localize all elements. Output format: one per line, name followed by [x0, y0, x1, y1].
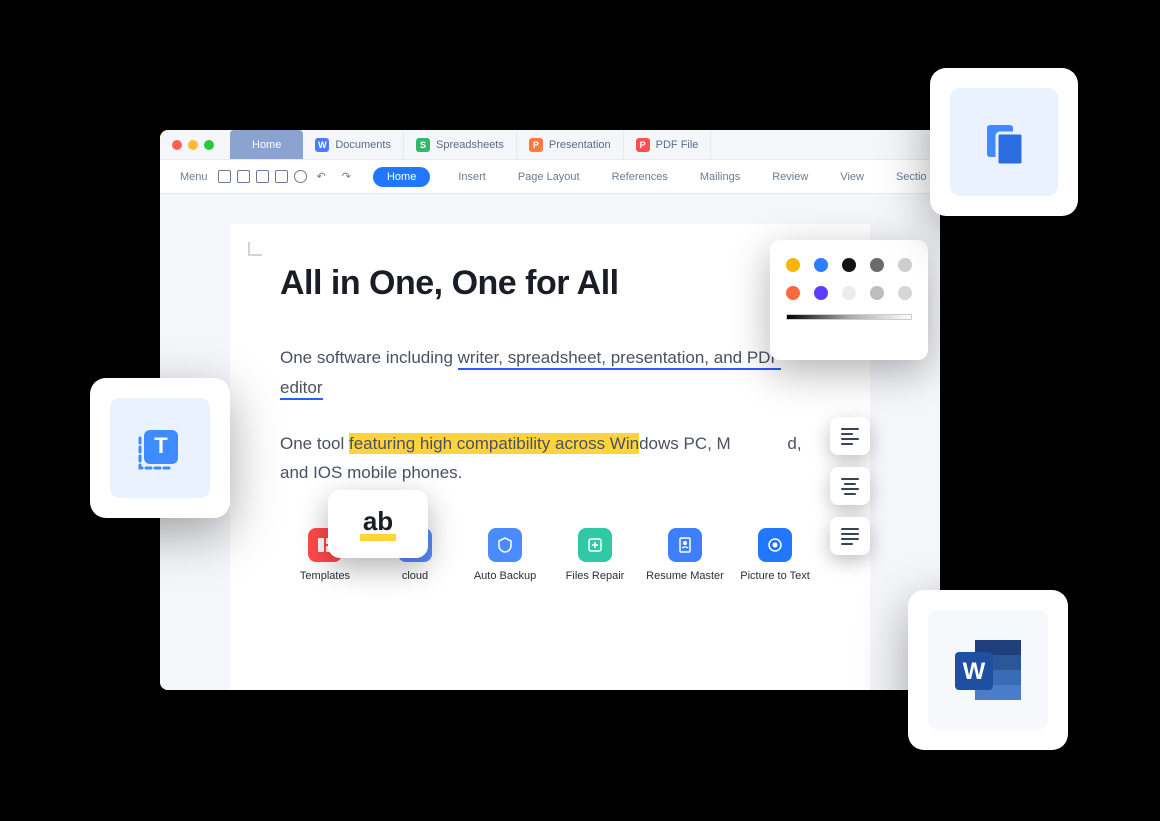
feature-label: Templates — [300, 570, 350, 582]
document-title: All in One, One for All — [280, 264, 820, 303]
svg-text:W: W — [963, 658, 986, 685]
files-repair-icon — [578, 528, 612, 562]
search-icon[interactable] — [294, 170, 307, 183]
feature-label: Files Repair — [566, 570, 625, 582]
maximize-window-icon[interactable] — [204, 140, 214, 150]
window-controls — [160, 140, 226, 150]
ribbon-view[interactable]: View — [834, 171, 870, 183]
color-swatch[interactable] — [870, 286, 884, 300]
ribbon-page-layout[interactable]: Page Layout — [512, 171, 586, 183]
pdf-icon: P — [636, 138, 650, 152]
feature-label: Picture to Text — [740, 570, 810, 582]
duplicate-icon — [975, 113, 1033, 171]
feature-label: cloud — [402, 570, 428, 582]
highlight-badge: ab — [328, 490, 428, 558]
feature-files-repair[interactable]: Files Repair — [550, 528, 640, 582]
tab-documents[interactable]: W Documents — [303, 130, 404, 159]
writer-icon: W — [315, 138, 329, 152]
align-justify-button[interactable] — [830, 517, 870, 555]
save-icon[interactable] — [237, 170, 250, 183]
ribbon-references[interactable]: References — [606, 171, 674, 183]
word-icon: W — [949, 634, 1027, 706]
feature-picture-to-text[interactable]: Picture to Text — [730, 528, 820, 582]
print-icon[interactable] — [256, 170, 269, 183]
paragraph-2: One tool featuring high compatibility ac… — [280, 429, 820, 489]
color-swatch[interactable] — [898, 286, 912, 300]
auto-backup-icon — [488, 528, 522, 562]
color-swatch[interactable] — [814, 258, 828, 272]
tab-bar: Home W Documents S Spreadsheets P Presen… — [160, 130, 940, 160]
ribbon-review[interactable]: Review — [766, 171, 814, 183]
color-row-1 — [786, 258, 912, 272]
text-tool-card: T — [90, 378, 230, 518]
tab-pdf[interactable]: P PDF File — [624, 130, 712, 159]
feature-auto-backup[interactable]: Auto Backup — [460, 528, 550, 582]
color-swatch[interactable] — [842, 258, 856, 272]
open-icon[interactable] — [218, 170, 231, 183]
svg-text:T: T — [154, 433, 168, 458]
color-swatch[interactable] — [786, 258, 800, 272]
color-swatch[interactable] — [842, 286, 856, 300]
feature-label: Auto Backup — [474, 570, 536, 582]
redo-icon[interactable]: ↷ — [336, 170, 357, 183]
undo-icon[interactable]: ↶ — [311, 170, 332, 183]
resume-master-icon — [668, 528, 702, 562]
color-row-2 — [786, 286, 912, 300]
presentation-icon: P — [529, 138, 543, 152]
tab-label: Spreadsheets — [436, 139, 504, 151]
align-left-button[interactable] — [830, 417, 870, 455]
color-swatch[interactable] — [870, 258, 884, 272]
ribbon-home[interactable]: Home — [373, 167, 430, 187]
tab-presentation[interactable]: P Presentation — [517, 130, 624, 159]
word-file-card: W — [908, 590, 1068, 750]
ribbon-insert[interactable]: Insert — [452, 171, 492, 183]
page-corner-icon — [248, 242, 262, 256]
gradient-slider[interactable] — [786, 314, 912, 320]
feature-label: Resume Master — [646, 570, 724, 582]
tab-label: PDF File — [656, 139, 699, 151]
tab-label: Home — [252, 139, 281, 151]
paragraph-1: One software including writer, spreadshe… — [280, 343, 820, 403]
tab-label: Documents — [335, 139, 391, 151]
color-swatch[interactable] — [786, 286, 800, 300]
ribbon-mailings[interactable]: Mailings — [694, 171, 746, 183]
color-swatch[interactable] — [814, 286, 828, 300]
quick-icons — [218, 170, 307, 183]
tab-home[interactable]: Home — [230, 130, 303, 159]
app-window: Home W Documents S Spreadsheets P Presen… — [160, 130, 940, 690]
feature-resume-master[interactable]: Resume Master — [640, 528, 730, 582]
ribbon-section[interactable]: Sectio — [890, 171, 933, 183]
spreadsheet-icon: S — [416, 138, 430, 152]
tab-label: Presentation — [549, 139, 611, 151]
color-picker-panel — [770, 240, 928, 360]
ab-text: ab — [360, 508, 396, 541]
color-swatch[interactable] — [898, 258, 912, 272]
close-window-icon[interactable] — [172, 140, 182, 150]
minimize-window-icon[interactable] — [188, 140, 198, 150]
align-center-button[interactable] — [830, 467, 870, 505]
toolbar: Menu ↶ ↷ Home Insert Page Layout Referen… — [160, 160, 940, 194]
duplicate-card — [930, 68, 1078, 216]
text-tool-icon: T — [130, 418, 190, 478]
menu-label[interactable]: Menu — [174, 171, 214, 183]
preview-icon[interactable] — [275, 170, 288, 183]
align-button-stack — [830, 417, 870, 555]
highlighted-text: featuring high compatibility across Win — [349, 433, 639, 454]
tab-spreadsheets[interactable]: S Spreadsheets — [404, 130, 517, 159]
picture-to-text-icon — [758, 528, 792, 562]
